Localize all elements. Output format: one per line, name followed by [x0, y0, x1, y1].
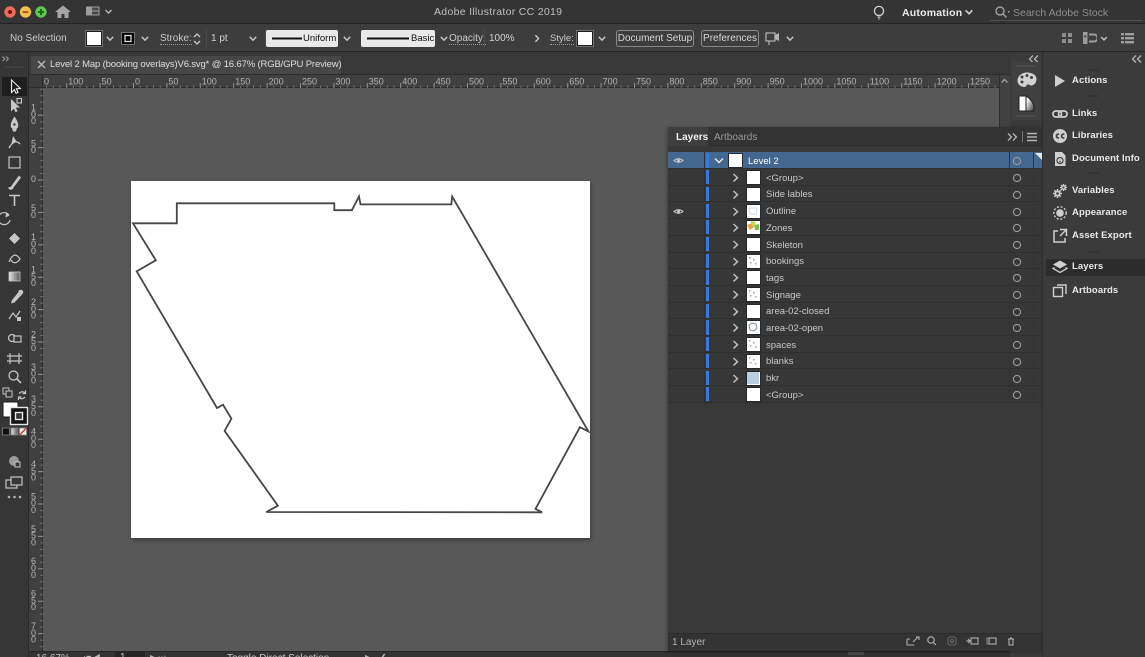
svg-text:50: 50 [102, 77, 112, 87]
svg-text:0: 0 [31, 116, 36, 126]
svg-text:0: 0 [31, 440, 36, 450]
svg-text:700: 700 [603, 77, 618, 87]
svg-text:0: 0 [135, 77, 140, 87]
svg-text:650: 650 [569, 77, 584, 87]
svg-text:1200: 1200 [937, 77, 957, 87]
svg-text:550: 550 [502, 77, 517, 87]
svg-text:0: 0 [31, 505, 36, 515]
svg-text:1050: 1050 [836, 77, 856, 87]
svg-text:300: 300 [335, 77, 350, 87]
svg-text:800: 800 [669, 77, 684, 87]
svg-text:100: 100 [202, 77, 217, 87]
svg-text:600: 600 [536, 77, 551, 87]
svg-text:0: 0 [31, 570, 36, 580]
svg-text:0: 0 [31, 343, 36, 353]
svg-text:0: 0 [31, 408, 36, 418]
svg-text:200: 200 [269, 77, 284, 87]
svg-text:350: 350 [369, 77, 384, 87]
svg-text:100: 100 [68, 77, 83, 87]
svg-text:0: 0 [31, 246, 36, 256]
svg-text:450: 450 [436, 77, 451, 87]
svg-text:0: 0 [31, 174, 36, 184]
svg-text:950: 950 [770, 77, 785, 87]
svg-text:1100: 1100 [870, 77, 889, 87]
svg-text:250: 250 [302, 77, 317, 87]
svg-text:150: 150 [235, 77, 250, 87]
svg-text:0: 0 [31, 473, 36, 483]
svg-text:0: 0 [31, 311, 36, 321]
svg-text:1150: 1150 [903, 77, 922, 87]
svg-text:0: 0 [31, 635, 36, 645]
svg-text:50: 50 [168, 77, 178, 87]
svg-text:850: 850 [703, 77, 718, 87]
svg-text:0: 0 [31, 210, 36, 220]
svg-text:0: 0 [44, 77, 49, 87]
svg-text:1000: 1000 [803, 77, 823, 87]
svg-text:0: 0 [31, 145, 36, 155]
svg-text:900: 900 [736, 77, 751, 87]
svg-text:0: 0 [31, 602, 36, 612]
svg-text:500: 500 [469, 77, 484, 87]
svg-text:0: 0 [31, 375, 36, 385]
svg-text:1250: 1250 [970, 77, 990, 87]
svg-text:0: 0 [31, 278, 36, 288]
svg-text:750: 750 [636, 77, 651, 87]
svg-text:0: 0 [31, 537, 36, 547]
svg-text:400: 400 [402, 77, 417, 87]
